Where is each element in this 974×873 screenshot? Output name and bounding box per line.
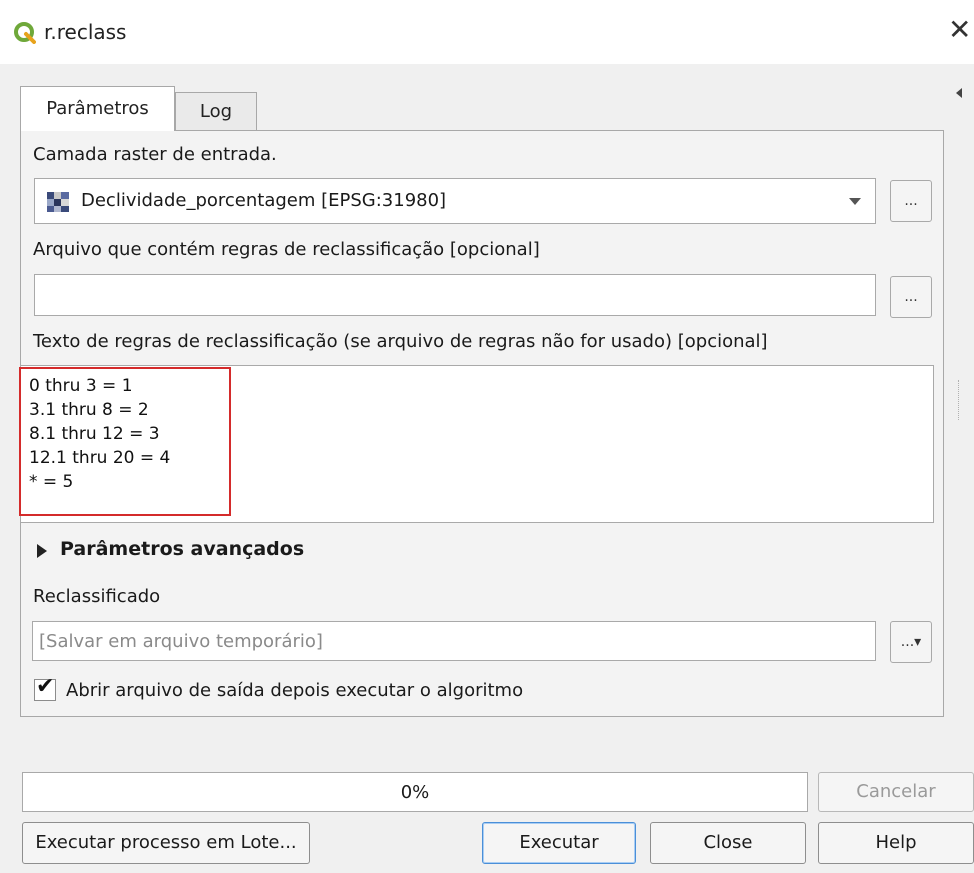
collapse-panel-icon[interactable] [954, 86, 964, 100]
progress-text: 0% [400, 782, 430, 803]
input-layer-label: Camada raster de entrada. [33, 144, 277, 165]
progress-bar: 0% [22, 772, 808, 812]
batch-process-button[interactable]: Executar processo em Lote... [22, 822, 310, 864]
output-placeholder: [Salvar em arquivo temporário] [39, 631, 323, 652]
qgis-logo-icon [14, 22, 36, 44]
advanced-parameters-toggle[interactable]: Parâmetros avançados [60, 538, 304, 560]
close-icon[interactable]: ✕ [948, 14, 974, 46]
rules-text-label: Texto de regras de reclassificação (se a… [33, 331, 768, 352]
tab-parametros[interactable]: Parâmetros [20, 86, 175, 131]
rules-file-label: Arquivo que contém regras de reclassific… [33, 239, 540, 260]
tab-log[interactable]: Log [175, 92, 257, 130]
help-button[interactable]: Help [818, 822, 974, 864]
open-output-label[interactable]: Abrir arquivo de saída depois executar o… [66, 680, 523, 701]
splitter-handle[interactable] [958, 380, 963, 420]
title-bar [0, 0, 974, 64]
raster-layer-icon [47, 192, 69, 212]
rules-file-browse-button[interactable]: ... [890, 276, 932, 318]
rules-file-input[interactable] [34, 274, 876, 316]
input-layer-combobox[interactable]: Declividade_porcentagem [EPSG:31980] [34, 178, 876, 224]
input-layer-value: Declividade_porcentagem [EPSG:31980] [81, 190, 447, 211]
highlight-box [19, 367, 231, 516]
checkmark-icon: ✔ [36, 674, 55, 699]
chevron-down-icon[interactable] [849, 198, 861, 205]
output-label: Reclassificado [33, 586, 161, 607]
close-button[interactable]: Close [650, 822, 806, 864]
window-title: r.reclass [44, 20, 127, 44]
output-browse-button[interactable]: ...▾ [890, 621, 932, 663]
output-file-input[interactable]: [Salvar em arquivo temporário] [32, 621, 876, 661]
cancel-button[interactable]: Cancelar [818, 772, 974, 812]
run-button[interactable]: Executar [482, 822, 636, 864]
expand-arrow-icon[interactable] [37, 544, 47, 558]
input-layer-browse-button[interactable]: ... [890, 180, 932, 222]
